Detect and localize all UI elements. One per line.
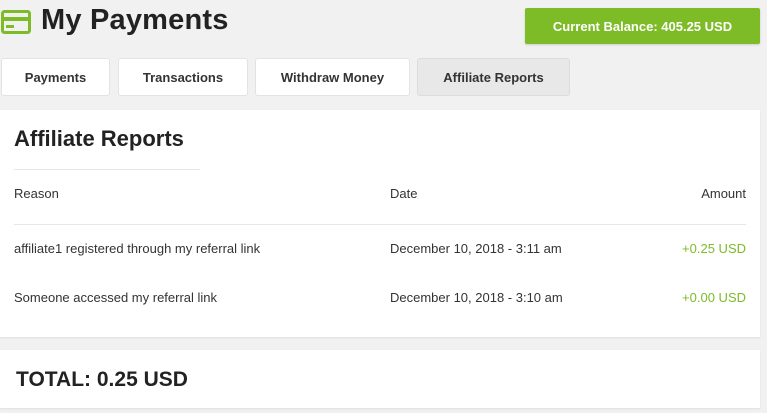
row-reason: affiliate1 registered through my referra… — [14, 241, 261, 256]
row-date: December 10, 2018 - 3:10 am — [390, 290, 563, 305]
column-header-date: Date — [390, 186, 418, 201]
payment-tabs: Payments Transactions Withdraw Money Aff… — [0, 58, 767, 96]
total-panel: TOTAL: 0.25 USD — [0, 350, 760, 408]
column-header-reason: Reason — [14, 186, 59, 201]
title-divider — [14, 169, 200, 170]
row-date: December 10, 2018 - 3:11 am — [390, 241, 562, 256]
row-amount: +0.25 USD — [682, 241, 746, 256]
affiliate-reports-panel: Affiliate Reports Reason Date Amount aff… — [0, 110, 760, 337]
page-header: My Payments Current Balance: 405.25 USD — [0, 0, 767, 50]
total-amount: TOTAL: 0.25 USD — [16, 368, 188, 391]
credit-card-icon — [1, 10, 31, 34]
row-reason: Someone accessed my referral link — [14, 290, 218, 305]
header-divider — [14, 224, 746, 225]
current-balance-button[interactable]: Current Balance: 405.25 USD — [525, 8, 760, 44]
panel-title: Affiliate Reports — [14, 126, 184, 151]
tab-withdraw-money[interactable]: Withdraw Money — [255, 58, 410, 96]
row-amount: +0.00 USD — [682, 290, 746, 305]
column-header-amount: Amount — [701, 186, 746, 201]
tab-affiliate-reports[interactable]: Affiliate Reports — [417, 58, 570, 96]
tab-payments[interactable]: Payments — [1, 58, 110, 96]
page-title: My Payments — [41, 4, 229, 36]
tab-transactions[interactable]: Transactions — [118, 58, 248, 96]
